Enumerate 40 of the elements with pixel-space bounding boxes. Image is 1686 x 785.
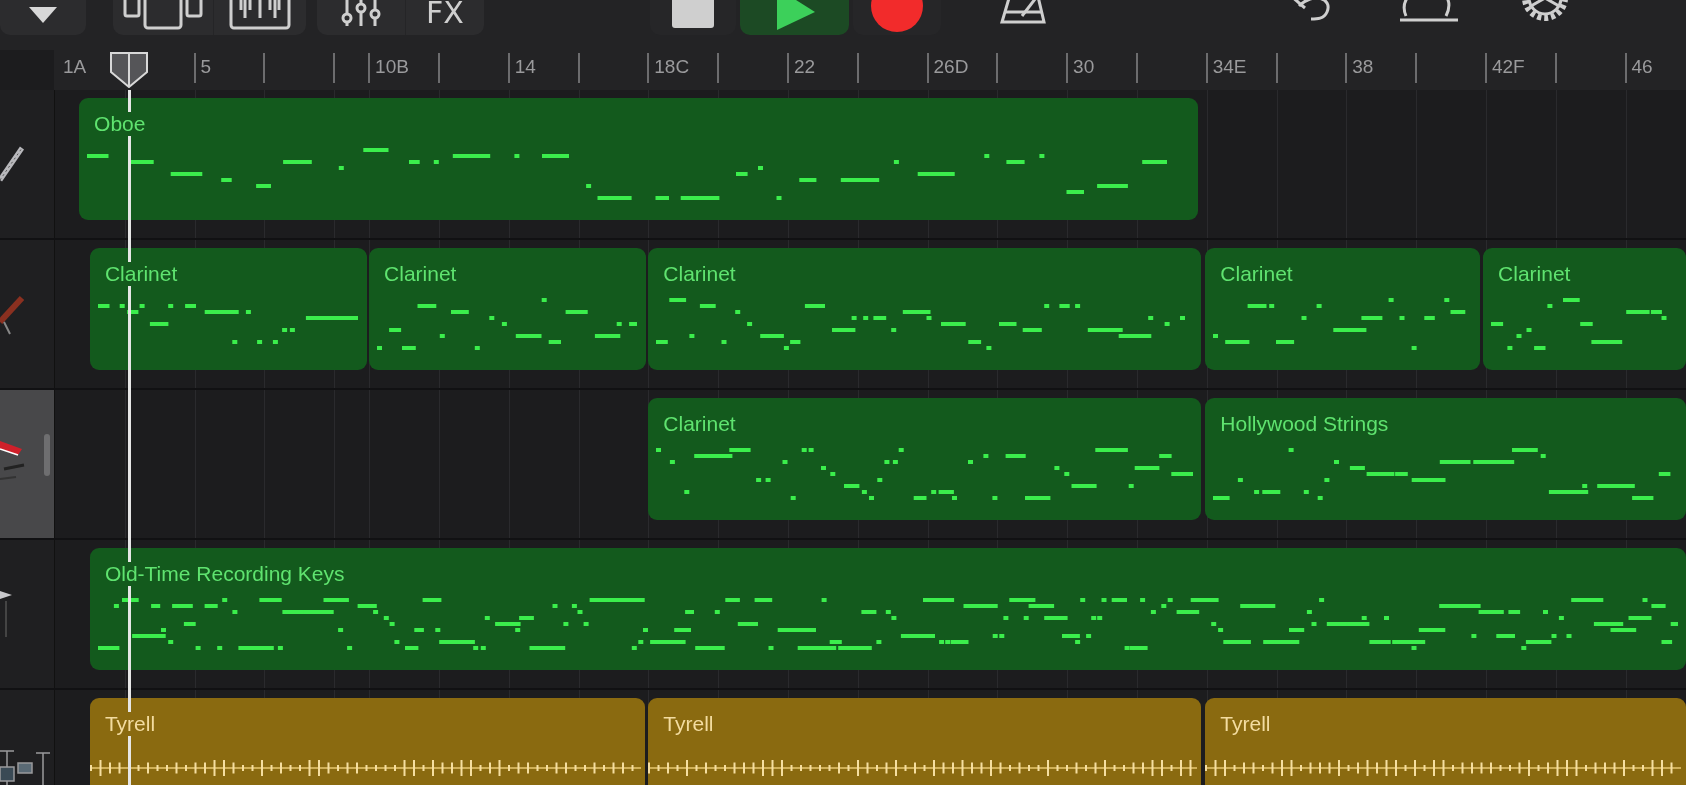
- midi-region[interactable]: Clarinet: [369, 248, 646, 370]
- keyboard-icon: [229, 0, 291, 30]
- drummer-region[interactable]: Tyrell: [648, 698, 1202, 785]
- midi-region[interactable]: Clarinet: [648, 248, 1202, 370]
- resize-handle[interactable]: [44, 434, 50, 476]
- playhead-handle[interactable]: [110, 52, 148, 88]
- track-header[interactable]: [0, 390, 55, 538]
- bar-number: 42F: [1491, 56, 1525, 78]
- midi-region[interactable]: Clarinet: [648, 398, 1202, 520]
- stop-icon: [672, 0, 714, 30]
- play-icon: [774, 0, 815, 30]
- bar-number: 1A: [63, 56, 87, 78]
- region-name: Oboe: [92, 112, 148, 136]
- track-header[interactable]: [0, 540, 55, 688]
- oboe-icon: [0, 144, 24, 184]
- caret-icon: [29, 7, 57, 23]
- bar-number: 26D: [933, 56, 969, 78]
- drummer-region[interactable]: Tyrell: [89, 698, 646, 785]
- tracks-view-icon: [123, 0, 203, 30]
- midi-region[interactable]: Old-Time Recording Keys: [89, 548, 1686, 670]
- bar-number: 18C: [654, 56, 690, 78]
- midi-region[interactable]: Clarinet: [1205, 248, 1480, 370]
- bar-number: 30: [1073, 56, 1095, 78]
- midi-region[interactable]: Clarinet: [1483, 248, 1686, 370]
- midi-region[interactable]: Clarinet: [89, 248, 367, 370]
- record-icon: [871, 0, 923, 32]
- track-header[interactable]: [0, 240, 55, 388]
- bar-number: 34E: [1212, 56, 1247, 78]
- drummer-region[interactable]: Tyrell: [1205, 698, 1686, 785]
- bar-number: 5: [200, 56, 212, 78]
- bar-number: 10B: [375, 56, 409, 78]
- bar-number: 38: [1352, 56, 1374, 78]
- midi-region[interactable]: Oboe: [79, 98, 1198, 220]
- track-header[interactable]: [0, 90, 55, 238]
- bar-number: 14: [514, 56, 536, 78]
- bar-number: 22: [793, 56, 816, 78]
- play-button[interactable]: [740, 0, 849, 35]
- bar-number: 46: [1631, 56, 1653, 78]
- menu-dropdown-button[interactable]: [0, 0, 86, 35]
- midi-region[interactable]: Hollywood Strings: [1205, 398, 1686, 520]
